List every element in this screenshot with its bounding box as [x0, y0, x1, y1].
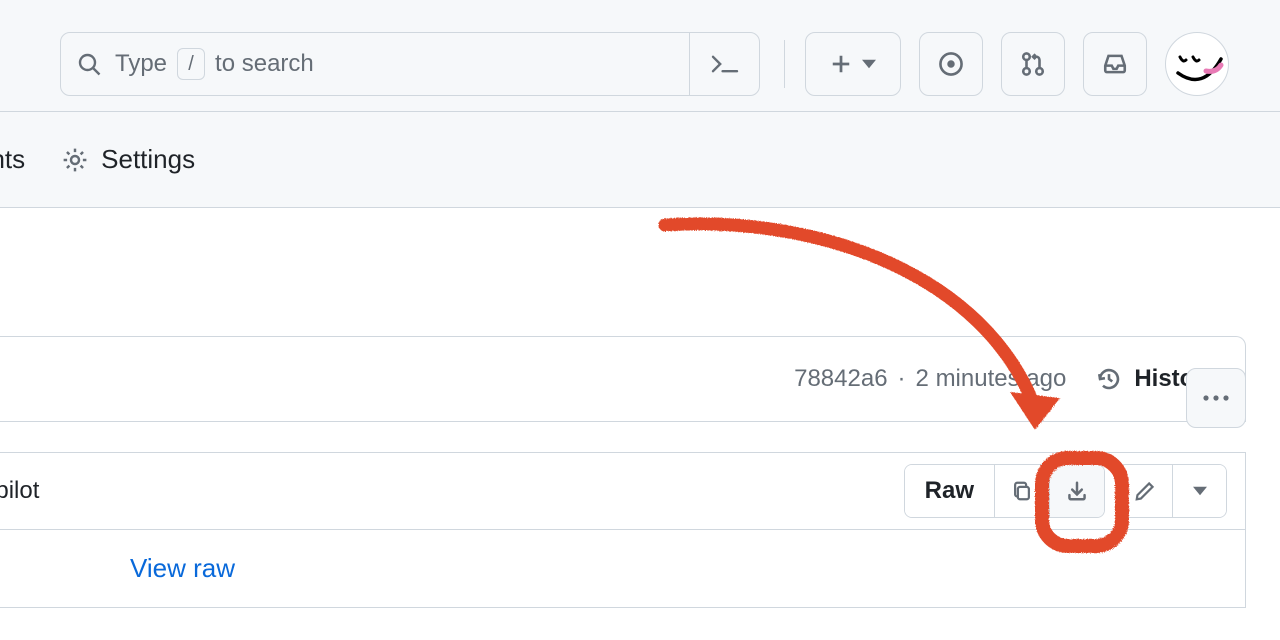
plus-icon: [830, 53, 852, 75]
edit-button[interactable]: [1118, 465, 1172, 517]
search-placeholder-post: to search: [215, 50, 314, 78]
commit-age: 2 minutes ago: [916, 365, 1067, 393]
history-icon: [1096, 366, 1122, 392]
download-button[interactable]: [1049, 465, 1104, 517]
commit-sha[interactable]: 78842a6: [794, 365, 887, 393]
copy-button[interactable]: [994, 465, 1049, 517]
inbox-icon: [1102, 51, 1128, 77]
search-placeholder-pre: Type: [115, 50, 167, 78]
tab-settings-label: Settings: [101, 144, 195, 175]
raw-group: Raw: [904, 464, 1105, 518]
view-raw-row: View raw: [0, 530, 1246, 608]
download-icon: [1066, 480, 1088, 502]
divider: [784, 40, 785, 88]
notifications-button[interactable]: [1083, 32, 1147, 96]
repo-nav: ghts Settings: [0, 112, 1280, 208]
edit-dropdown-button[interactable]: [1172, 465, 1226, 517]
copy-icon: [1011, 480, 1033, 502]
search-input[interactable]: Type / to search: [60, 32, 760, 96]
caret-down-icon: [1193, 486, 1207, 496]
issues-button[interactable]: [919, 32, 983, 96]
content: 78842a6 · 2 minutes ago History opilot R…: [0, 336, 1280, 608]
search-icon: [77, 52, 101, 76]
issue-icon: [938, 51, 964, 77]
slash-key-icon: /: [177, 48, 205, 80]
tab-insights[interactable]: ghts: [0, 144, 25, 175]
commit-meta: 78842a6 · 2 minutes ago: [794, 365, 1066, 393]
edit-group: [1117, 464, 1227, 518]
git-pull-request-icon: [1020, 51, 1046, 77]
file-name: opilot: [0, 477, 39, 505]
pencil-icon: [1134, 480, 1156, 502]
caret-down-icon: [862, 59, 876, 69]
pull-requests-button[interactable]: [1001, 32, 1065, 96]
commit-bar: 78842a6 · 2 minutes ago History: [0, 336, 1246, 422]
create-new-button[interactable]: [805, 32, 901, 96]
tab-insights-label: ghts: [0, 144, 25, 175]
search-placeholder: Type / to search: [115, 48, 314, 80]
kebab-icon: [1202, 394, 1230, 402]
topbar: Type / to search: [0, 0, 1280, 112]
view-raw-link[interactable]: View raw: [130, 553, 235, 584]
file-actions: Raw: [892, 464, 1227, 518]
tab-settings[interactable]: Settings: [61, 144, 195, 175]
separator-dot: ·: [898, 365, 906, 393]
raw-button[interactable]: Raw: [905, 465, 994, 517]
avatar[interactable]: [1165, 32, 1229, 96]
gear-icon: [61, 146, 89, 174]
command-palette-button[interactable]: [689, 33, 759, 95]
avatar-image: [1166, 33, 1228, 95]
more-actions-button[interactable]: [1186, 368, 1246, 428]
file-toolbar: opilot Raw: [0, 452, 1246, 530]
top-actions: [805, 32, 1229, 96]
